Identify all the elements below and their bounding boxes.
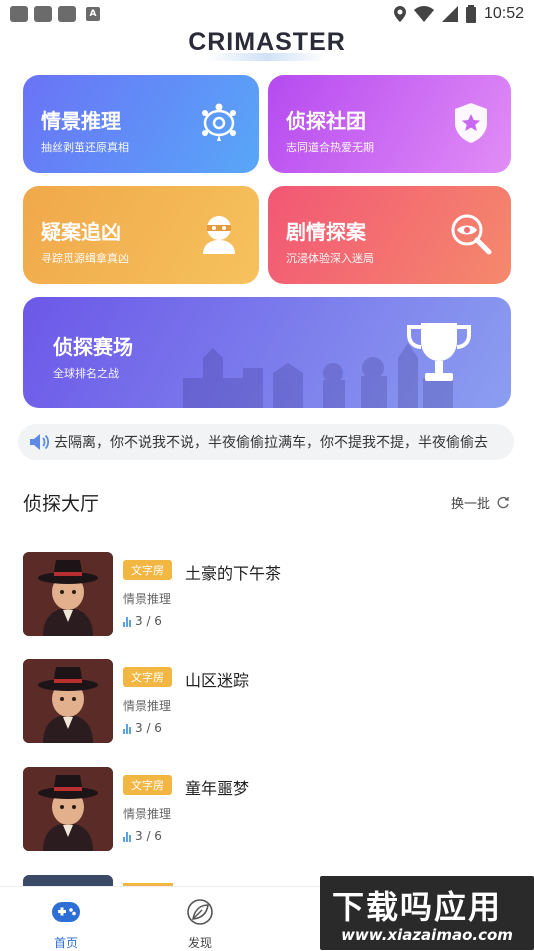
- card-subtitle: 沉浸体验深入迷局: [286, 252, 374, 265]
- leaf-compass-icon: [187, 899, 213, 925]
- trophy-icon: [407, 323, 471, 381]
- announcement-bar[interactable]: 去隔离，你不说我不说，半夜偷偷拉满车，你不提我不提，半夜偷偷去: [18, 424, 514, 460]
- status-time: 10:52: [483, 5, 524, 22]
- voice-bars-icon: [123, 831, 131, 842]
- notification-icon: [34, 6, 52, 22]
- notification-icon: [10, 6, 28, 22]
- room-player-count: 3 / 6: [123, 721, 162, 735]
- card-title: 疑案追凶: [41, 220, 121, 244]
- voice-bars-icon: [123, 723, 131, 734]
- detective-club-card[interactable]: 侦探社团 志同道合热爱无期: [268, 75, 511, 173]
- list-item[interactable]: 文字房 童年噩梦 情景推理 3 / 6: [23, 767, 503, 853]
- turtle-icon: [202, 103, 236, 141]
- notification-icon: [58, 6, 76, 22]
- site-watermark: 下载吗应用 www.xiazaimao.com: [320, 876, 534, 950]
- battery-icon: [465, 5, 476, 23]
- player-count-text: 3 / 6: [135, 721, 162, 735]
- refresh-icon: [497, 496, 509, 508]
- card-title: 情景推理: [41, 109, 121, 133]
- refresh-button[interactable]: 换一批: [451, 493, 510, 512]
- suspect-chase-card[interactable]: 疑案追凶 寻踪觅源缉拿真凶: [23, 186, 259, 284]
- detective-avatar-image: [23, 552, 113, 636]
- tab-home[interactable]: 首页: [36, 897, 96, 951]
- story-investigation-card[interactable]: 剧情探案 沉浸体验深入迷局: [268, 186, 511, 284]
- room-category: 情景推理: [123, 592, 172, 606]
- detective-avatar-image: [23, 659, 113, 743]
- card-title: 侦探赛场: [53, 335, 133, 359]
- magnifier-eye-icon: [451, 214, 492, 255]
- app-logo: CRIMASTER: [0, 28, 534, 68]
- card-subtitle: 寻踪觅源缉拿真凶: [41, 252, 129, 265]
- card-subtitle: 志同道合热爱无期: [286, 141, 374, 154]
- room-name: 童年噩梦: [185, 779, 250, 798]
- status-bar: A 10:52: [0, 0, 534, 28]
- detective-avatar-image: [23, 767, 113, 851]
- card-title: 剧情探案: [286, 220, 366, 244]
- room-category: 情景推理: [123, 699, 172, 713]
- room-player-count: 3 / 6: [123, 829, 162, 843]
- card-subtitle: 抽丝剥茧还原真相: [41, 141, 129, 154]
- list-item[interactable]: 文字房 土豪的下午茶 情景推理 3 / 6: [23, 552, 503, 638]
- room-category: 情景推理: [123, 807, 172, 821]
- signal-icon: [441, 6, 458, 22]
- room-name: 山区迷踪: [185, 671, 250, 690]
- tab-home-label: 首页: [53, 936, 78, 950]
- refresh-label: 换一批: [450, 497, 490, 512]
- list-item[interactable]: 文字房 山区迷踪 情景推理 3 / 6: [23, 659, 503, 745]
- wifi-icon: [413, 6, 434, 22]
- hall-title: 侦探大厅: [23, 493, 100, 515]
- scene-reasoning-card[interactable]: 情景推理 抽丝剥茧还原真相: [23, 75, 259, 173]
- masked-thief-icon: [203, 216, 235, 254]
- room-player-count: 3 / 6: [123, 614, 162, 628]
- room-name: 土豪的下午茶: [185, 564, 282, 583]
- card-title: 侦探社团: [286, 109, 366, 133]
- player-count-text: 3 / 6: [135, 829, 162, 843]
- avatar: [23, 767, 113, 851]
- badge-icon: [455, 103, 487, 143]
- avatar: [23, 552, 113, 636]
- app-logo-text: CRIMASTER: [188, 28, 346, 56]
- keyboard-icon: A: [86, 7, 100, 21]
- location-icon: [393, 6, 406, 22]
- room-type-badge: 文字房: [123, 667, 172, 687]
- player-count-text: 3 / 6: [135, 614, 162, 628]
- watermark-title: 下载吗应用: [332, 888, 503, 926]
- detective-arena-card[interactable]: 侦探赛场 全球排名之战: [23, 297, 511, 408]
- card-subtitle: 全球排名之战: [53, 367, 119, 380]
- voice-bars-icon: [123, 616, 131, 627]
- room-type-badge: 文字房: [123, 560, 172, 580]
- gamepad-icon: [52, 902, 80, 922]
- watermark-url: www.xiazaimao.com: [341, 926, 513, 944]
- tab-discover-label: 发现: [187, 936, 212, 950]
- room-type-badge: 文字房: [123, 775, 172, 795]
- avatar: [23, 659, 113, 743]
- speaker-icon: [30, 434, 50, 450]
- tab-discover[interactable]: 发现: [170, 897, 230, 951]
- announcement-text: 去隔离，你不说我不说，半夜偷偷拉满车，你不提我不提，半夜偷偷去: [54, 435, 488, 451]
